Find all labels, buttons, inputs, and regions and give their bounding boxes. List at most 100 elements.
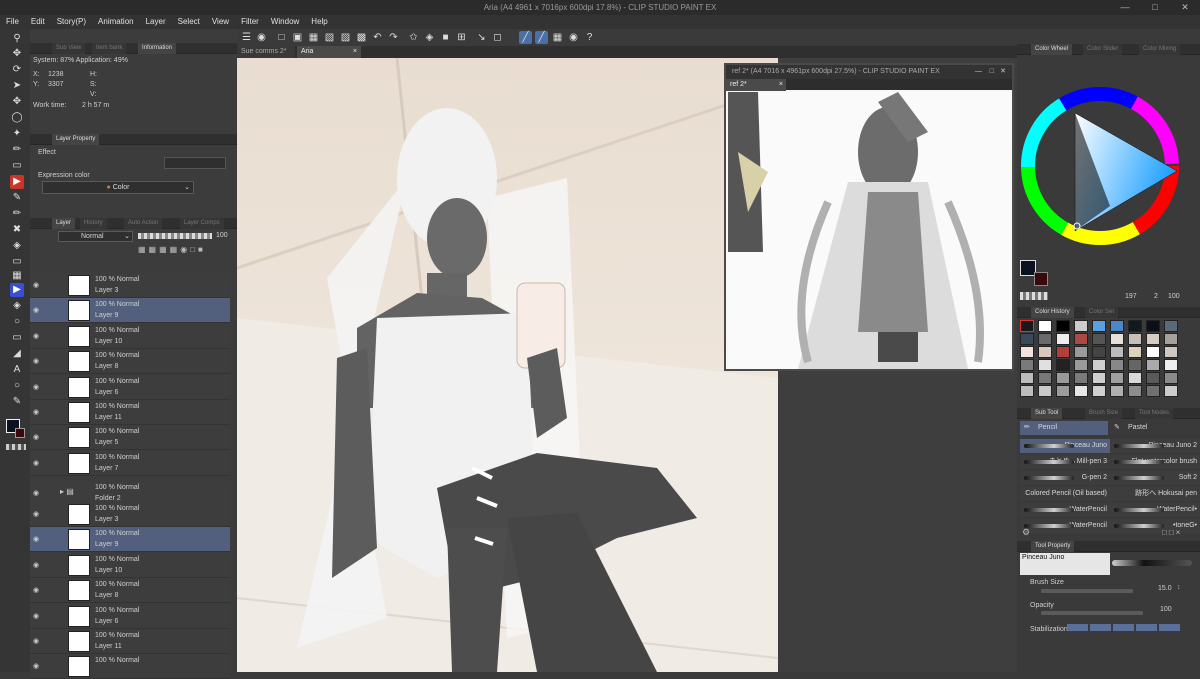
layer-row[interactable]: ◉ 100 % Normal Layer 9 [30,527,230,553]
color-swatch[interactable] [1110,333,1124,345]
layer-name[interactable]: Layer 9 [95,312,118,319]
color-swatch[interactable] [1110,385,1124,397]
expression-color-select[interactable]: ● Color ⌄ [42,181,194,194]
stabilization-step[interactable] [1090,624,1111,631]
move-layer-icon[interactable]: ✥ [10,95,24,109]
color-swatch[interactable] [1128,333,1142,345]
visibility-icon[interactable]: ◉ [33,510,41,518]
rotate-icon[interactable]: ⟳ [10,63,24,77]
balloon-icon[interactable]: ○ [10,379,24,393]
magic-wand-icon[interactable]: ✦ [10,127,24,141]
color-swatch[interactable] [1038,333,1052,345]
sub-color-swatch[interactable] [1034,272,1048,286]
layer-row[interactable]: ◉ 100 % Normal Layer 8 [30,578,230,604]
decoration-icon[interactable]: ✖ [10,223,24,237]
pen-tool-icon[interactable]: ▶ [10,175,24,189]
brush-mill-pen[interactable]: まとめ→Mill-pen 3 [1020,455,1110,469]
visibility-icon[interactable]: ◉ [33,408,41,416]
grid-icon[interactable]: ▦ [551,31,564,44]
camera-icon[interactable]: ◉ [567,31,580,44]
color-swatch[interactable] [1164,333,1178,345]
tab-sub-view[interactable]: Sub View [52,43,86,54]
opacity-slider[interactable] [138,233,212,239]
color-swatch[interactable] [1146,372,1160,384]
menu-animation[interactable]: Animation [92,15,140,29]
layer-row[interactable]: ◉ 100 % Normal Layer 7 [30,450,230,476]
layer-name[interactable]: Layer 3 [95,287,118,294]
brush-pinceau-juno[interactable]: Pinceau Juno [1020,439,1110,453]
tab-ref[interactable]: ref 2* × [726,79,786,91]
tab-color-set[interactable]: Color Set [1085,307,1119,318]
brush-pinceau-juno-2[interactable]: Pinceau Juno 2 [1110,439,1200,453]
maximize-icon[interactable]: □ [1140,0,1170,15]
layer-name[interactable]: Layer 3 [95,516,118,523]
zoom-icon[interactable]: ⚲ [10,32,24,46]
correct-line-icon[interactable]: ✎ [10,395,24,409]
color-swatch[interactable] [1092,385,1106,397]
move-icon[interactable]: ✥ [10,47,24,61]
sub-tool-group-pastel[interactable]: Pastel ✎ [1110,421,1198,435]
color-swatch[interactable] [1074,346,1088,358]
brush-waterpencil[interactable]: WaterPencil [1020,503,1110,517]
color-swatch[interactable] [1110,372,1124,384]
color-swatch[interactable] [1110,346,1124,358]
tab-color-slider[interactable]: Color Slider [1083,44,1123,55]
layer-row[interactable]: ◉ 100 % Normal Layer 10 [30,323,230,349]
gradient-icon[interactable]: ◈ [10,299,24,313]
visibility-icon[interactable]: ◉ [33,332,41,340]
color-swatch[interactable] [1038,320,1052,332]
color-swatch[interactable] [1056,320,1070,332]
menu-window[interactable]: Window [265,15,305,29]
color-swatch[interactable] [1146,359,1160,371]
brush-size-slider[interactable] [1041,589,1133,593]
color-swatch[interactable] [1092,320,1106,332]
visibility-icon[interactable]: ◉ [33,535,41,543]
color-swatch[interactable] [1038,359,1052,371]
tab-color-history[interactable]: Color History [1031,307,1074,318]
color-swatch[interactable] [1128,320,1142,332]
layer-row[interactable]: ◉ 100 % Normal Layer 6 [30,374,230,400]
menu-select[interactable]: Select [172,15,206,29]
brush-soft-2[interactable]: Soft 2 [1110,471,1200,485]
tab-tool-property[interactable]: Tool Property [1031,541,1075,552]
layer-name[interactable]: Layer 6 [95,618,118,625]
tab-sue-comms[interactable]: Sue comms 2* × [237,46,295,67]
print-icon[interactable]: ▨ [339,31,352,44]
close-icon[interactable]: ✕ [1170,0,1200,15]
color-swatch[interactable] [1128,385,1142,397]
layer-name[interactable]: Layer 8 [95,363,118,370]
color-swatch[interactable] [1164,320,1178,332]
close-icon[interactable]: ✕ [1000,65,1006,79]
open-file-icon[interactable]: ▣ [291,31,304,44]
color-swatch[interactable] [1128,372,1142,384]
menu-help[interactable]: Help [305,15,333,29]
color-swatch[interactable] [1146,333,1160,345]
color-history-swatches[interactable] [1020,320,1200,400]
color-swatch[interactable] [1164,385,1178,397]
color-swatch[interactable] [1020,385,1034,397]
layer-row[interactable]: ◉ 100 % Normal Layer 3 [30,273,230,298]
brush-icon[interactable]: ✏ [10,207,24,221]
layer-name[interactable]: Layer 8 [95,592,118,599]
tab-sub-tool[interactable]: Sub Tool [1031,408,1063,419]
color-swatch[interactable] [1092,359,1106,371]
color-swatch[interactable] [1110,359,1124,371]
layer-row[interactable]: ◉ 100 % Normal Layer 9 [30,298,230,324]
color-swatch[interactable] [1038,346,1052,358]
close-icon[interactable]: × [779,79,783,91]
stabilization-step[interactable] [1113,624,1134,631]
canvas-artwork[interactable] [237,58,779,672]
layer-row[interactable]: ◉ 100 % Normal [30,654,230,679]
frame-icon[interactable]: ▦ [10,269,24,283]
layer-name[interactable]: Layer 5 [95,439,118,446]
maximize-icon[interactable]: □ [990,65,994,79]
visibility-icon[interactable]: ◉ [33,459,41,467]
visibility-icon[interactable]: ◉ [33,612,41,620]
shape-icon[interactable]: ○ [10,315,24,329]
menu-file[interactable]: File [0,15,25,29]
tab-layer-property[interactable]: Layer Property [52,134,100,145]
color-swatch[interactable] [1074,320,1088,332]
sub-color-swatch[interactable] [15,428,25,438]
brush-flat-watercolor[interactable]: Flat watercolor brush [1110,455,1200,469]
visibility-icon[interactable]: ◉ [33,637,41,645]
